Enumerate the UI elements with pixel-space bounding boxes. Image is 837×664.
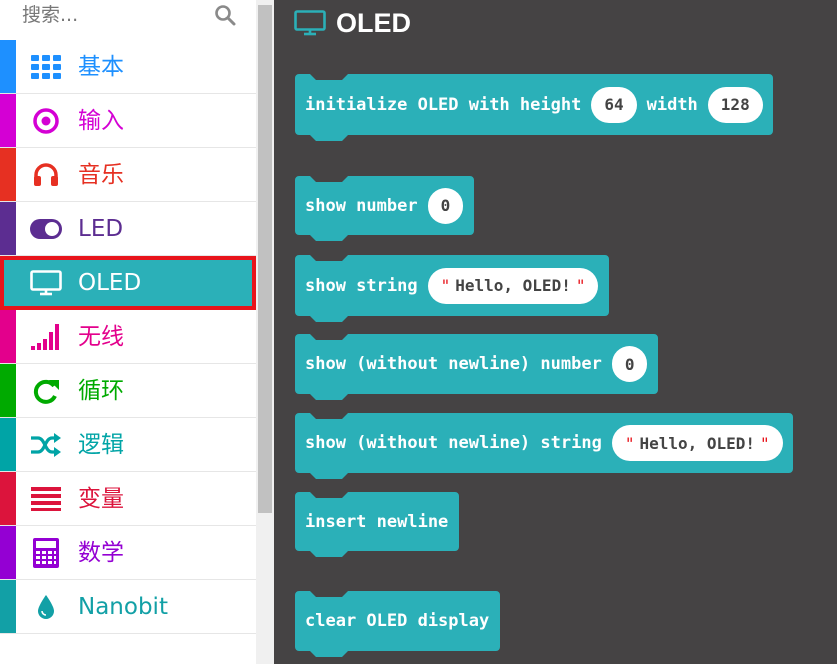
category-list: 基本 输入 音乐 LED OLED 无线 循环 逻辑 变量 数学 Nanobit bbox=[0, 40, 256, 634]
string-value-input[interactable]: " Hello, OLED! " bbox=[611, 425, 783, 461]
grid-icon bbox=[30, 52, 62, 82]
category-basic[interactable]: 基本 bbox=[0, 40, 256, 94]
category-stripe bbox=[0, 148, 16, 201]
category-label: 循环 bbox=[78, 378, 124, 404]
category-stripe bbox=[0, 580, 16, 633]
block-text: initialize OLED with height bbox=[305, 94, 582, 115]
monitor-icon bbox=[30, 268, 62, 298]
category-label: 变量 bbox=[78, 486, 124, 512]
category-stripe bbox=[0, 94, 16, 147]
block-text: width bbox=[646, 94, 698, 115]
block-initialize-oled[interactable]: initialize OLED with height 64 width 128 bbox=[295, 74, 773, 141]
category-variables[interactable]: 变量 bbox=[0, 472, 256, 526]
number-value-input[interactable]: 0 bbox=[427, 187, 464, 224]
flyout-title-label: OLED bbox=[336, 7, 412, 38]
block-text: show string bbox=[305, 275, 418, 296]
category-stripe bbox=[0, 526, 16, 579]
headphones-icon bbox=[30, 160, 62, 190]
category-label: LED bbox=[78, 216, 124, 242]
category-label: 输入 bbox=[78, 108, 124, 134]
search-icon[interactable] bbox=[213, 3, 237, 27]
category-stripe bbox=[0, 418, 16, 471]
category-logic[interactable]: 逻辑 bbox=[0, 418, 256, 472]
block-text: show (without newline) string bbox=[305, 433, 602, 453]
category-nanobit[interactable]: Nanobit bbox=[0, 580, 256, 634]
category-loops[interactable]: 循环 bbox=[0, 364, 256, 418]
search-bar bbox=[0, 0, 256, 40]
number-value-input[interactable]: 0 bbox=[611, 346, 648, 382]
search-input[interactable] bbox=[10, 2, 224, 28]
toolbox: 基本 输入 音乐 bbox=[0, 0, 256, 664]
list-icon bbox=[30, 484, 62, 514]
block-insert-newline[interactable]: insert newline bbox=[295, 492, 459, 557]
category-label: Nanobit bbox=[78, 594, 168, 620]
toggle-icon bbox=[30, 214, 62, 244]
drop-icon bbox=[30, 592, 62, 622]
toolbox-scrollbar-thumb[interactable] bbox=[258, 5, 272, 513]
category-stripe bbox=[0, 40, 16, 93]
block-clear-oled-display[interactable]: clear OLED display bbox=[295, 591, 500, 657]
category-label: OLED bbox=[78, 270, 142, 296]
category-stripe bbox=[0, 310, 16, 363]
monitor-icon bbox=[294, 10, 326, 36]
block-show-number[interactable]: show number 0 bbox=[295, 176, 474, 241]
block-show-string-no-newline[interactable]: show (without newline) string " Hello, OL… bbox=[295, 413, 793, 479]
category-radio[interactable]: 无线 bbox=[0, 310, 256, 364]
flyout-title: OLED bbox=[294, 5, 411, 41]
block-flyout: OLED initialize OLED with height 64 widt… bbox=[274, 0, 837, 664]
category-oled[interactable]: OLED bbox=[0, 256, 256, 310]
height-value-input[interactable]: 64 bbox=[591, 86, 637, 123]
category-label: 逻辑 bbox=[78, 432, 124, 458]
string-value-input[interactable]: " Hello, OLED! " bbox=[427, 267, 599, 304]
calculator-icon bbox=[30, 538, 62, 568]
category-stripe bbox=[0, 364, 16, 417]
category-input[interactable]: 输入 bbox=[0, 94, 256, 148]
category-label: 音乐 bbox=[78, 162, 124, 188]
block-text: show (without newline) number bbox=[305, 354, 602, 374]
category-math[interactable]: 数学 bbox=[0, 526, 256, 580]
category-label: 基本 bbox=[78, 54, 124, 80]
shuffle-icon bbox=[30, 430, 62, 460]
loop-icon bbox=[30, 376, 62, 406]
category-music[interactable]: 音乐 bbox=[0, 148, 256, 202]
block-text: show number bbox=[305, 195, 418, 216]
category-stripe bbox=[0, 472, 16, 525]
category-label: 无线 bbox=[78, 324, 124, 350]
block-show-number-no-newline[interactable]: show (without newline) number 0 bbox=[295, 334, 658, 400]
block-show-string[interactable]: show string " Hello, OLED! " bbox=[295, 255, 609, 322]
signal-icon bbox=[30, 322, 62, 352]
string-value: Hello, OLED! bbox=[639, 433, 756, 453]
category-label: 数学 bbox=[78, 540, 124, 566]
width-value-input[interactable]: 128 bbox=[707, 86, 763, 123]
block-text: insert newline bbox=[305, 511, 449, 532]
string-value: Hello, OLED! bbox=[455, 276, 571, 295]
category-led[interactable]: LED bbox=[0, 202, 256, 256]
category-stripe bbox=[0, 202, 16, 255]
block-text: clear OLED display bbox=[305, 611, 490, 631]
target-icon bbox=[30, 106, 62, 136]
